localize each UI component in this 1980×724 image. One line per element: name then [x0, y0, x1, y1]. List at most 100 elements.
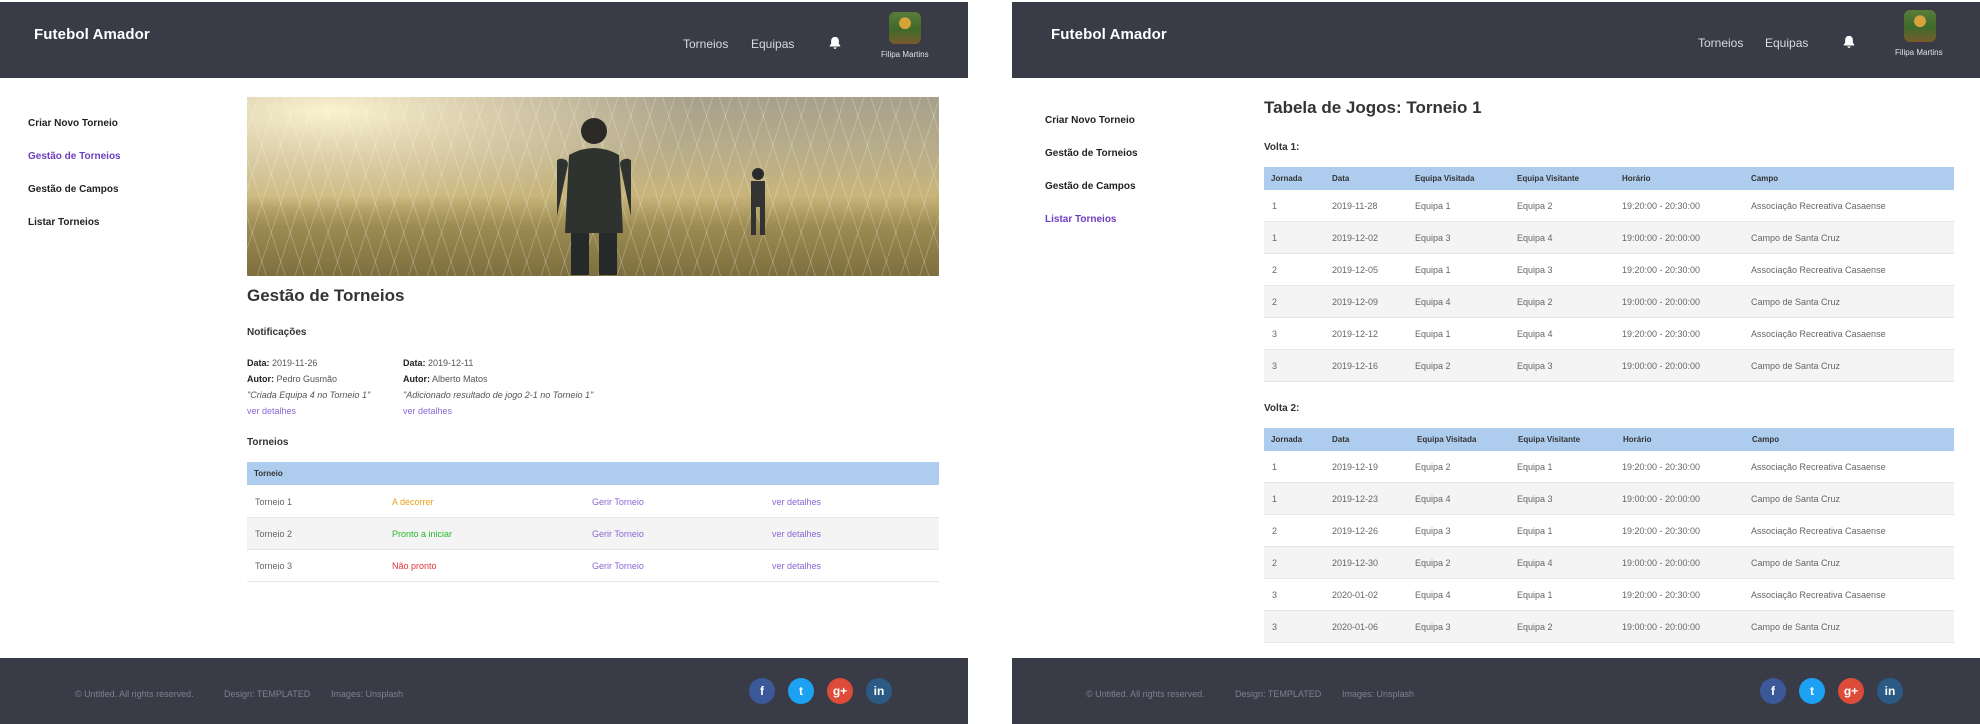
time-cell: 19:00:00 - 20:00:00 [1622, 361, 1701, 371]
table-row: 3 2019-12-16 Equipa 2 Equipa 3 19:00:00 - 20… [1264, 350, 1954, 382]
footer-images-credit[interactable]: Images: Unsplash [1342, 689, 1414, 699]
match-schedule-screen: Futebol Amador Torneios Equipas Filipa M… [1012, 0, 1980, 724]
date-cell: 2019-12-09 [1332, 297, 1379, 307]
linkedin-icon[interactable]: in [866, 678, 892, 704]
time-cell: 19:20:00 - 20:30:00 [1622, 526, 1701, 536]
field-cell: Campo de Santa Cruz [1751, 361, 1841, 371]
sidebar-item-criar-novo-torneio[interactable]: Criar Novo Torneio [1045, 115, 1135, 126]
nav-torneios[interactable]: Torneios [683, 37, 728, 51]
nav-equipas[interactable]: Equipas [1765, 36, 1808, 50]
away-team-cell: Equipa 1 [1517, 526, 1553, 536]
home-team-cell: Equipa 3 [1415, 622, 1451, 632]
away-team-cell: Equipa 4 [1517, 329, 1553, 339]
date-cell: 2019-11-28 [1332, 201, 1378, 211]
user-avatar[interactable] [889, 12, 921, 44]
footer-design-credit[interactable]: Design: TEMPLATED [1235, 689, 1321, 699]
field-cell: Campo de Santa Cruz [1751, 558, 1841, 568]
sidebar-item-criar-novo-torneio[interactable]: Criar Novo Torneio [28, 118, 118, 129]
jornada-cell: 2 [1272, 265, 1278, 275]
round-label: Volta 2: [1264, 403, 1300, 414]
manage-tournament-link[interactable]: Gerir Torneio [592, 497, 644, 507]
round-label: Volta 1: [1264, 142, 1300, 153]
away-team-cell: Equipa 3 [1517, 265, 1553, 275]
table-row: 1 2019-12-02 Equipa 3 Equipa 4 19:00:00 - 20… [1264, 222, 1954, 254]
field-cell: Associação Recreativa Casaense [1751, 462, 1886, 472]
table-row: 3 2020-01-02 Equipa 4 Equipa 1 19:20:00 - 20… [1264, 579, 1954, 611]
column-header-campo: Campo [1752, 435, 1780, 444]
jornada-cell: 3 [1272, 622, 1278, 632]
notification-details-link[interactable]: ver detalhes [403, 403, 593, 419]
home-team-cell: Equipa 1 [1415, 329, 1451, 339]
home-team-cell: Equipa 4 [1415, 297, 1451, 307]
tournament-name: Torneio 2 [255, 529, 293, 539]
google-plus-icon[interactable]: g+ [827, 678, 853, 704]
field-cell: Associação Recreativa Casaense [1751, 265, 1886, 275]
field-cell: Associação Recreativa Casaense [1751, 590, 1886, 600]
column-header-jornada: Jornada [1271, 174, 1303, 183]
time-cell: 19:00:00 - 20:00:00 [1622, 494, 1701, 504]
notification-date: 2019-12-11 [428, 358, 474, 368]
tournament-details-link[interactable]: ver detalhes [772, 497, 821, 507]
date-cell: 2019-12-30 [1332, 558, 1379, 568]
manage-tournament-link[interactable]: Gerir Torneio [592, 529, 644, 539]
sidebar-item-gestao-de-torneios[interactable]: Gestão de Torneios [1045, 148, 1138, 159]
time-cell: 19:00:00 - 20:00:00 [1622, 233, 1701, 243]
page-title: Gestão de Torneios [247, 286, 405, 305]
time-cell: 19:20:00 - 20:30:00 [1622, 201, 1701, 211]
notification-details-link[interactable]: ver detalhes [247, 403, 370, 419]
user-name[interactable]: Filipa Martins [1895, 48, 1943, 57]
user-name[interactable]: Filipa Martins [881, 50, 929, 59]
away-team-cell: Equipa 2 [1517, 201, 1553, 211]
jornada-cell: 1 [1272, 233, 1278, 243]
tournament-management-screen: Futebol Amador Torneios Equipas Filipa M… [0, 0, 968, 724]
notification-author: Pedro Gusmão [276, 374, 338, 384]
facebook-icon[interactable]: f [749, 678, 775, 704]
table-row: 3 2020-01-06 Equipa 3 Equipa 2 19:00:00 - 20… [1264, 611, 1954, 643]
sidebar-item-gestao-de-campos[interactable]: Gestão de Campos [1045, 181, 1136, 192]
schedule-table-header: Jornada Data Equipa Visitada Equipa Visi… [1264, 167, 1954, 190]
tournament-details-link[interactable]: ver detalhes [772, 561, 821, 571]
column-header-equipa-visitada: Equipa Visitada [1417, 435, 1477, 444]
table-row: 2 2019-12-26 Equipa 3 Equipa 1 19:20:00 - 20… [1264, 515, 1954, 547]
sidebar-item-gestao-de-campos[interactable]: Gestão de Campos [28, 184, 119, 195]
away-team-cell: Equipa 1 [1517, 462, 1553, 472]
table-row: Torneio 1 A decorrer Gerir Torneio ver d… [247, 486, 939, 518]
user-avatar[interactable] [1904, 10, 1936, 42]
linkedin-icon[interactable]: in [1877, 678, 1903, 704]
twitter-icon[interactable]: t [1799, 678, 1825, 704]
twitter-icon[interactable]: t [788, 678, 814, 704]
table-row: 2 2019-12-30 Equipa 2 Equipa 4 19:00:00 - 20… [1264, 547, 1954, 579]
manage-tournament-link[interactable]: Gerir Torneio [592, 561, 644, 571]
footer-design-credit[interactable]: Design: TEMPLATED [224, 689, 310, 699]
google-plus-icon[interactable]: g+ [1838, 678, 1864, 704]
away-team-cell: Equipa 1 [1517, 590, 1553, 600]
tournament-status: Não pronto [392, 561, 437, 571]
date-label: Data [247, 358, 267, 368]
jornada-cell: 1 [1272, 201, 1278, 211]
nav-torneios[interactable]: Torneios [1698, 36, 1743, 50]
sidebar-item-gestao-de-torneios[interactable]: Gestão de Torneios [28, 151, 121, 162]
column-header-equipa-visitante: Equipa Visitante [1518, 435, 1581, 444]
column-header-data: Data [1332, 174, 1350, 183]
footer: © Untitled. All rights reserved. Design:… [0, 658, 968, 724]
facebook-icon[interactable]: f [1760, 678, 1786, 704]
away-team-cell: Equipa 4 [1517, 233, 1553, 243]
nav-equipas[interactable]: Equipas [751, 37, 794, 51]
tournament-details-link[interactable]: ver detalhes [772, 529, 821, 539]
field-cell: Campo de Santa Cruz [1751, 297, 1841, 307]
tournament-status: A decorrer [392, 497, 434, 507]
jornada-cell: 1 [1272, 494, 1278, 504]
sidebar-item-listar-torneios[interactable]: Listar Torneios [1045, 214, 1117, 225]
schedule-table-header: Jornada Data Equipa Visitada Equipa Visi… [1264, 428, 1954, 451]
footer-images-credit[interactable]: Images: Unsplash [331, 689, 403, 699]
author-label: Autor [247, 374, 271, 384]
brand-logo[interactable]: Futebol Amador [34, 26, 150, 43]
brand-logo[interactable]: Futebol Amador [1051, 26, 1167, 43]
bell-icon[interactable] [828, 36, 842, 50]
table-row: 1 2019-11-28 Equipa 1 Equipa 2 19:20:00 - 20… [1264, 190, 1954, 222]
sidebar-item-listar-torneios[interactable]: Listar Torneios [28, 217, 100, 228]
bell-icon[interactable] [1842, 35, 1856, 49]
date-cell: 2019-12-16 [1332, 361, 1379, 371]
table-row: 2 2019-12-09 Equipa 4 Equipa 2 19:00:00 - 20… [1264, 286, 1954, 318]
tournaments-table-header: Torneio [247, 462, 939, 485]
